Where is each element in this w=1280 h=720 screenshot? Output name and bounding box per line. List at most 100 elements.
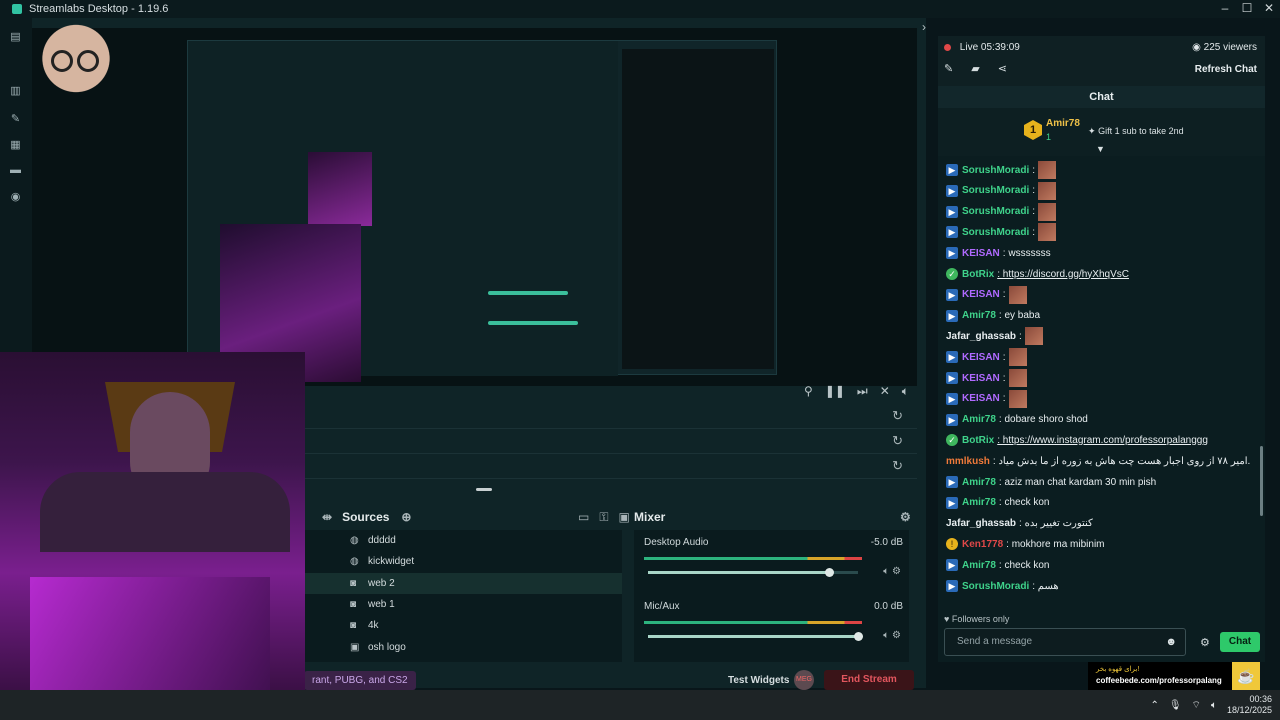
emoji-icon[interactable]: ☻ (1165, 629, 1177, 655)
chat-username[interactable]: mmlkush (946, 456, 990, 467)
collapse-icon[interactable]: ⇹ (322, 510, 332, 524)
filter-icon[interactable]: ▼ (1096, 144, 1105, 154)
speaker-icon[interactable]: 🔈︎ (883, 566, 889, 577)
volume-slider[interactable] (648, 567, 858, 577)
test-widgets-button[interactable]: Test Widgets (728, 675, 789, 686)
source-item[interactable]: ◍ kickwidget (304, 551, 622, 572)
volume-slider[interactable] (648, 631, 863, 641)
chat-username[interactable]: SorushMoradi (962, 206, 1029, 217)
source-item-label: web 1 (368, 599, 395, 611)
volume-slider-knob[interactable] (854, 631, 863, 641)
volume-slider-knob[interactable] (824, 567, 834, 577)
folder-icon[interactable]: ▭ (578, 510, 589, 524)
promo-banner[interactable]: rant, PUBG, and CS2 (304, 670, 416, 690)
gift-username[interactable]: Amir78 (1046, 118, 1080, 129)
source-item[interactable]: ▣ osh logo (304, 636, 622, 657)
audio-meter (644, 621, 862, 624)
chat-username[interactable]: Amir78 (962, 414, 996, 425)
end-stream-button[interactable]: End Stream (824, 670, 914, 690)
channel-settings-icon[interactable]: ⚙ (892, 630, 901, 641)
studio-mode-icon[interactable]: ▥ (9, 84, 22, 97)
refresh-icon[interactable]: ↻ (892, 408, 903, 424)
recordings-icon[interactable]: ◉ (9, 190, 22, 203)
editor-icon[interactable]: ▤ (9, 30, 22, 43)
chat-username[interactable]: Amir78 (962, 310, 996, 321)
chat-username[interactable]: BotRix (962, 435, 994, 446)
title-bar: Streamlabs Desktop - 1.19.6 – ☐ ✕ (0, 0, 1280, 18)
filter-icon[interactable]: ⚲ (804, 384, 813, 398)
chat-username[interactable]: KEISAN (962, 373, 1000, 384)
chat-username[interactable]: SorushMoradi (962, 165, 1029, 176)
lock-icon[interactable]: ⚿ (599, 510, 608, 525)
scene-row[interactable]: ↻ (304, 454, 917, 479)
chat-username[interactable]: KEISAN (962, 352, 1000, 363)
gift-leaderboard: 1 Amir78 1 ✦ Gift 1 sub to take 2nd ▼ (938, 108, 1265, 156)
chevron-up-icon[interactable]: ⌃ (1150, 700, 1158, 711)
maximize-icon[interactable]: ☐ (1236, 0, 1258, 18)
microphone-icon[interactable]: 🎙︎ (1169, 700, 1182, 711)
share-icon[interactable]: ⋖ (998, 62, 1007, 75)
themes-icon[interactable]: ✎ (9, 112, 22, 125)
gift-sub-text[interactable]: ✦ Gift 1 sub to take 2nd (1088, 126, 1184, 137)
scene-row[interactable]: ↻ (304, 404, 917, 429)
channel-settings-icon[interactable]: ⚙ (892, 566, 901, 577)
store-icon[interactable]: ▦ (9, 138, 22, 151)
close-icon[interactable]: ✕ (1258, 0, 1280, 18)
mixer-channel-db: 0.0 dB (874, 601, 903, 612)
refresh-chat-button[interactable]: Refresh Chat (1195, 64, 1257, 75)
source-item[interactable]: ◙ web 2 (304, 572, 622, 594)
chat-username[interactable]: Jafar_ghassab (946, 331, 1016, 342)
chat-link[interactable]: : https://discord.gg/hyXhqVsC (997, 269, 1129, 280)
chat-username[interactable]: SorushMoradi (962, 227, 1029, 238)
source-item-label: web 2 (368, 577, 395, 589)
chat-link[interactable]: : https://www.instagram.com/professorpal… (997, 435, 1208, 446)
copy-icon[interactable]: ▰ (971, 62, 979, 75)
clock[interactable]: 00:36 18/12/2025 (1227, 694, 1272, 716)
chat-username[interactable]: KEISAN (962, 248, 1000, 259)
chat-scrollbar[interactable] (1260, 446, 1263, 516)
chat-username[interactable]: SorushMoradi (962, 185, 1029, 196)
scene-collection-list: ↻ ↻ ↻ (304, 404, 917, 484)
chat-settings-icon[interactable]: ⚙ (1200, 636, 1210, 649)
add-source-icon[interactable]: ⊕ (401, 510, 411, 524)
source-item[interactable]: ◙ web 1 (304, 594, 622, 615)
chat-message: ▶ SorushMoradi: (946, 202, 1057, 222)
edit-icon[interactable]: ✎ (944, 62, 953, 75)
source-item[interactable]: ◍ ddddd (304, 530, 622, 551)
kick-badge-icon: ▶ (946, 351, 958, 364)
stream-preview (32, 28, 917, 386)
chevron-right-icon[interactable]: › (922, 20, 926, 34)
chat-text: : wsssssss (1002, 247, 1051, 259)
volume-icon[interactable]: 🔈︎ (1211, 700, 1217, 711)
chat-username[interactable]: SorushMoradi (962, 581, 1029, 592)
skip-icon[interactable]: ⏭ (857, 384, 868, 399)
refresh-icon[interactable]: ↻ (892, 458, 903, 474)
speaker-icon[interactable]: 🔈︎ (883, 630, 889, 641)
mixer-settings-icon[interactable]: ⚙ (900, 506, 911, 528)
chat-input[interactable]: Send a message ☻ (944, 628, 1186, 656)
source-item[interactable]: ◙ 4k (304, 615, 622, 636)
chat-username[interactable]: Amir78 (962, 477, 996, 488)
panel-resize-handle[interactable] (476, 488, 492, 491)
refresh-icon[interactable]: ↻ (892, 433, 903, 449)
mute-all-icon[interactable]: ✕ (880, 384, 890, 398)
avatar[interactable]: MEG (794, 670, 814, 690)
chat-username[interactable]: KEISAN (962, 393, 1000, 404)
volume-icon[interactable]: 🔈︎ (902, 384, 909, 399)
folder-add-icon[interactable]: ▣ (618, 510, 629, 524)
footer-bar: rant, PUBG, and CS2 Test Widgets MEG End… (304, 668, 917, 692)
chat-username[interactable]: Jafar_ghassab (946, 518, 1016, 529)
wifi-icon[interactable]: ⌔ (1192, 699, 1201, 712)
chat-text: : ey baba (998, 310, 1041, 322)
chat-username[interactable]: Amir78 (962, 497, 996, 508)
highlighter-icon[interactable]: ▬ (9, 164, 22, 177)
minimize-icon[interactable]: – (1214, 0, 1236, 18)
chat-send-button[interactable]: Chat (1220, 632, 1260, 652)
chat-username[interactable]: BotRix (962, 269, 994, 280)
chat-username[interactable]: KEISAN (962, 289, 1000, 300)
pause-icon[interactable]: ❚❚ (825, 384, 845, 398)
chat-username[interactable]: Amir78 (962, 560, 996, 571)
chat-username[interactable]: Ken1778 (962, 539, 1003, 550)
emote-image (1024, 327, 1043, 346)
scene-row[interactable]: ↻ (304, 429, 917, 454)
